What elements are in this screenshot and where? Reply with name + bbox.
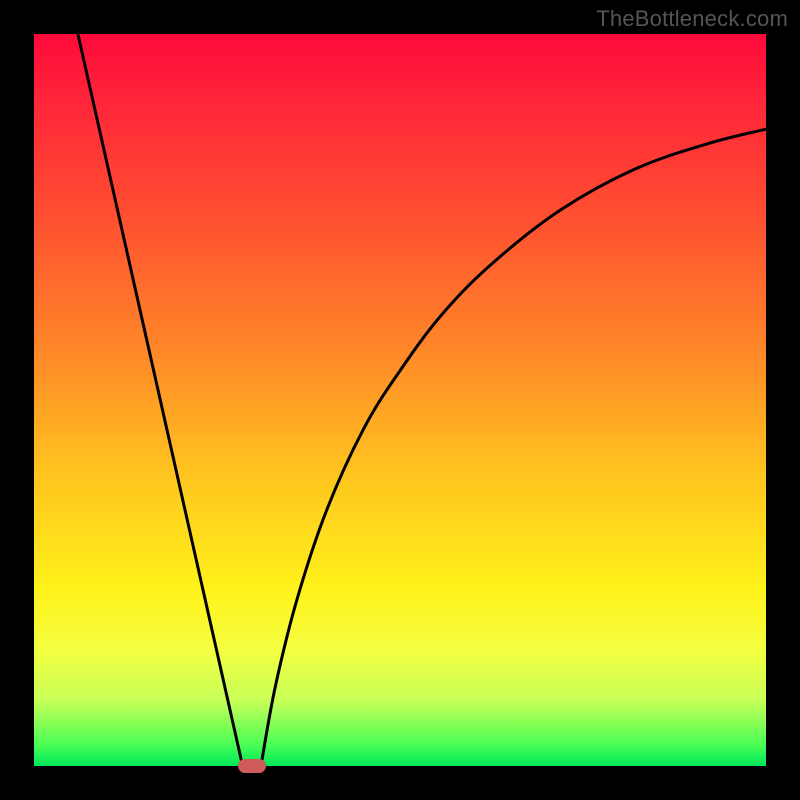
curve-svg [34, 34, 766, 766]
attribution-text: TheBottleneck.com [596, 6, 788, 32]
plot-area [34, 34, 766, 766]
chart-frame: TheBottleneck.com [0, 0, 800, 800]
bottleneck-curve [78, 34, 766, 766]
min-marker [238, 759, 266, 773]
